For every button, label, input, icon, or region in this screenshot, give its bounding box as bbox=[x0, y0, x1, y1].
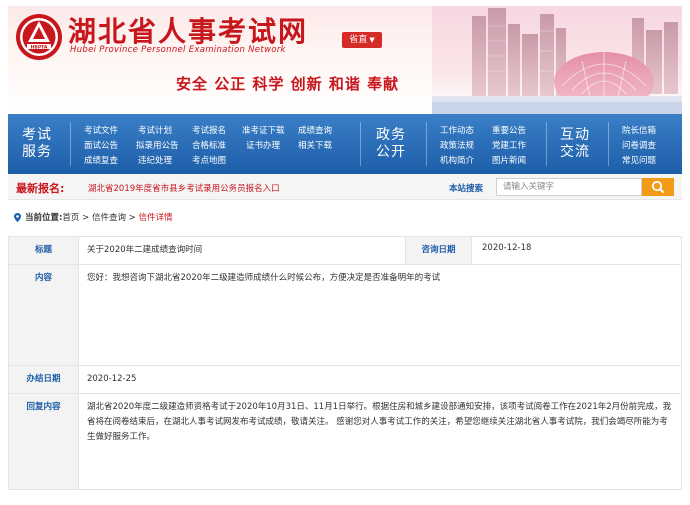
nav-group-interaction[interactable]: 互动 交流 bbox=[560, 127, 590, 161]
breadcrumb-prefix: 当前位置: bbox=[25, 213, 63, 223]
nav-link-faq[interactable]: 常见问题 bbox=[622, 154, 656, 166]
latest-registration-link[interactable]: 湖北省2019年度省市县乡考试录用公务员报名入口 bbox=[88, 182, 280, 194]
search-icon bbox=[651, 180, 664, 193]
nav-link-hire-notice[interactable]: 拟录用公告 bbox=[136, 139, 179, 151]
inquiry-date-value: 2020-12-18 bbox=[471, 236, 682, 265]
site-subtitle: Hubei Province Personnel Examination Net… bbox=[70, 45, 286, 55]
breadcrumb-home[interactable]: 首页 bbox=[62, 213, 79, 223]
breadcrumb-current: 信件详情 bbox=[138, 213, 173, 223]
inquiry-date-label: 咨询日期 bbox=[405, 236, 472, 265]
site-title[interactable]: 湖北省人事考试网 bbox=[68, 10, 308, 50]
breadcrumb-letter-query[interactable]: 信件查询 bbox=[92, 213, 126, 223]
nav-link-about[interactable]: 机构简介 bbox=[440, 154, 474, 166]
reply-label: 回复内容 bbox=[8, 393, 79, 490]
nav-link-policies[interactable]: 政策法规 bbox=[440, 139, 474, 151]
letter-detail-table: 标题 关于2020年二建成绩查询时间 咨询日期 2020-12-18 内容 您好… bbox=[8, 236, 682, 490]
main-nav: 考试 服务 考试文件 考试计划 考试报名 准考证下载 成绩查询 面试公告 拟录用… bbox=[8, 114, 682, 174]
nav-link-score-query[interactable]: 成绩查询 bbox=[298, 124, 332, 136]
nav-divider bbox=[426, 122, 427, 166]
nav-divider bbox=[546, 122, 547, 166]
nav-divider bbox=[70, 122, 71, 166]
completion-date-label: 办结日期 bbox=[8, 365, 79, 394]
nav-link-exam-registration[interactable]: 考试报名 bbox=[192, 124, 226, 136]
nav-link-important-notice[interactable]: 重要公告 bbox=[492, 124, 526, 136]
nav-link-certificate[interactable]: 证书办理 bbox=[246, 139, 280, 151]
nav-group-title-line2: 公开 bbox=[376, 144, 406, 160]
search-button[interactable] bbox=[642, 178, 674, 196]
nav-group-exam-service[interactable]: 考试 服务 bbox=[22, 127, 52, 161]
nav-link-admission-ticket[interactable]: 准考证下载 bbox=[242, 124, 285, 136]
title-value: 关于2020年二建成绩查询时间 bbox=[78, 236, 406, 265]
nav-group-title-line1: 考试 bbox=[22, 127, 52, 143]
title-label: 标题 bbox=[8, 236, 79, 265]
nav-link-exam-files[interactable]: 考试文件 bbox=[84, 124, 118, 136]
notice-bar: 最新报名: 湖北省2019年度省市县乡考试录用公务员报名入口 本站搜索 bbox=[8, 174, 682, 200]
nav-group-government-affairs[interactable]: 政务 公开 bbox=[376, 127, 406, 161]
breadcrumb-separator: > bbox=[79, 213, 92, 223]
latest-registration-label: 最新报名: bbox=[16, 182, 65, 195]
reply-value: 湖北省2020年度二级建造师资格考试于2020年10月31日、11月1日举行。根… bbox=[78, 393, 682, 490]
city-skyline-illustration bbox=[432, 6, 682, 114]
content-label: 内容 bbox=[8, 264, 79, 366]
nav-link-score-review[interactable]: 成绩复查 bbox=[84, 154, 118, 166]
table-row: 办结日期 2020-12-25 bbox=[8, 365, 682, 394]
nav-link-party-work[interactable]: 党建工作 bbox=[492, 139, 526, 151]
search-input[interactable] bbox=[496, 178, 642, 196]
breadcrumb-separator: > bbox=[125, 213, 139, 223]
nav-divider bbox=[360, 122, 361, 166]
site-search-label: 本站搜索 bbox=[449, 184, 484, 194]
content-value: 您好：我想咨询下湖北省2020年二级建造师成绩什么时候公布，方便决定是否准备明年… bbox=[78, 264, 682, 366]
nav-link-venue-map[interactable]: 考点地图 bbox=[192, 154, 226, 166]
nav-link-survey[interactable]: 问卷调查 bbox=[622, 139, 656, 151]
nav-link-downloads[interactable]: 相关下载 bbox=[298, 139, 332, 151]
completion-date-value: 2020-12-25 bbox=[78, 365, 682, 394]
nav-link-exam-plan[interactable]: 考试计划 bbox=[138, 124, 172, 136]
nav-group-title-line1: 互动 bbox=[560, 127, 590, 143]
nav-link-interview-notice[interactable]: 面试公告 bbox=[84, 139, 118, 151]
nav-link-pass-standard[interactable]: 合格标准 bbox=[192, 139, 226, 151]
table-row: 内容 您好：我想咨询下湖北省2020年二级建造师成绩什么时候公布，方便决定是否准… bbox=[8, 264, 682, 366]
nav-divider bbox=[608, 122, 609, 166]
hbpta-logo-icon[interactable]: HBPTA bbox=[14, 12, 64, 62]
logo-text: HBPTA bbox=[31, 44, 48, 50]
region-label: 省直 bbox=[349, 35, 368, 45]
nav-link-violation[interactable]: 违纪处理 bbox=[138, 154, 172, 166]
slogan: 安全 公正 科学 创新 和谐 奉献 bbox=[176, 75, 400, 93]
table-row: 标题 关于2020年二建成绩查询时间 咨询日期 2020-12-18 bbox=[8, 236, 682, 265]
nav-group-title-line2: 交流 bbox=[560, 144, 590, 160]
table-row: 回复内容 湖北省2020年度二级建造师资格考试于2020年10月31日、11月1… bbox=[8, 393, 682, 490]
site-banner: HBPTA 湖北省人事考试网 Hubei Province Personnel … bbox=[8, 6, 682, 114]
location-pin-icon bbox=[14, 213, 21, 222]
caret-down-icon: ▼ bbox=[369, 36, 375, 44]
nav-link-work-news[interactable]: 工作动态 bbox=[440, 124, 474, 136]
breadcrumb: 当前位置:首页 > 信件查询 > 信件详情 bbox=[14, 211, 173, 223]
nav-group-title-line2: 服务 bbox=[22, 144, 52, 160]
nav-group-title-line1: 政务 bbox=[376, 127, 406, 143]
region-select-button[interactable]: 省直 ▼ bbox=[342, 32, 382, 48]
nav-link-photo-news[interactable]: 图片新闻 bbox=[492, 154, 526, 166]
nav-link-director-mailbox[interactable]: 院长信箱 bbox=[622, 124, 656, 136]
